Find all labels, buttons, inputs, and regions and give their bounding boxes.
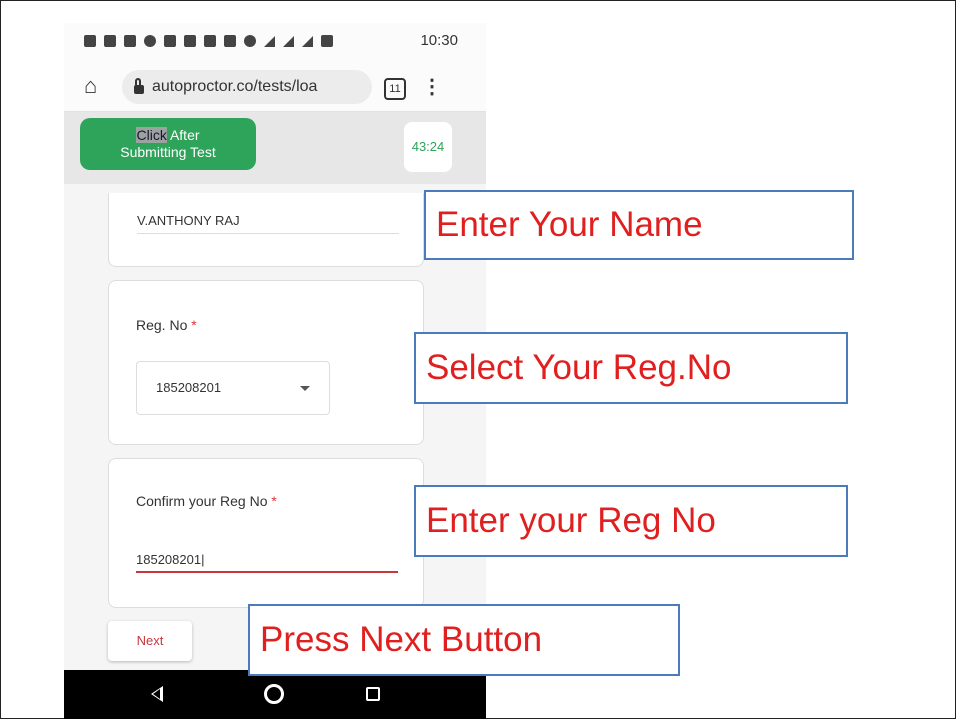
status-bar: 10:30 — [64, 23, 486, 63]
url-text: autoproctor.co/tests/loa — [152, 78, 318, 95]
next-button[interactable]: Next — [108, 621, 192, 661]
caret-down-icon — [300, 386, 310, 391]
home-icon[interactable]: ⌂ — [84, 75, 106, 97]
timer-display: 43:24 — [404, 122, 452, 172]
submit-highlight-text: Click — [136, 127, 167, 143]
reg-no-select[interactable]: 185208201 — [136, 361, 330, 415]
callout-enter-reg: Enter your Reg No — [414, 485, 848, 557]
reg-no-label-text: Reg. No — [136, 317, 188, 333]
reg-no-label: Reg. No * — [136, 317, 197, 333]
notification-icon — [204, 35, 216, 47]
name-field-value[interactable]: V.ANTHONY RAJ — [137, 213, 240, 228]
submit-line2-text: Submitting Test — [120, 144, 216, 160]
callout-press-next: Press Next Button — [248, 604, 680, 676]
status-time: 10:30 — [420, 32, 458, 49]
home-circle-icon[interactable] — [264, 684, 284, 704]
recents-icon[interactable] — [366, 687, 380, 701]
battery-icon — [321, 35, 333, 47]
back-icon[interactable] — [151, 686, 163, 702]
address-bar[interactable]: autoproctor.co/tests/loa — [122, 70, 372, 104]
notification-icon — [124, 35, 136, 47]
name-field-underline — [137, 233, 399, 234]
tabs-icon[interactable]: 11 — [384, 78, 406, 100]
notification-icon — [144, 35, 156, 47]
alarm-icon — [244, 35, 256, 47]
confirm-reg-input[interactable]: 185208201| — [136, 552, 204, 567]
android-nav-bar — [64, 670, 486, 719]
signal-icon — [302, 35, 313, 47]
notification-icons — [84, 35, 333, 47]
notification-icon — [184, 35, 196, 47]
confirm-reg-label-text: Confirm your Reg No — [136, 493, 268, 509]
browser-toolbar: ⌂ autoproctor.co/tests/loa 11 ⋮ — [64, 63, 486, 112]
lock-icon — [134, 78, 144, 94]
submit-test-button[interactable]: Click After Submitting Test — [80, 118, 256, 170]
submit-line1-text: After — [166, 127, 200, 143]
callout-enter-name: Enter Your Name — [424, 190, 854, 260]
test-header: Click After Submitting Test 43:24 — [64, 112, 486, 184]
confirm-reg-card: Confirm your Reg No * 185208201| — [108, 458, 424, 608]
confirm-reg-underline — [136, 571, 398, 573]
menu-icon[interactable]: ⋮ — [422, 75, 442, 99]
callout-select-reg: Select Your Reg.No — [414, 332, 848, 404]
notification-icon — [164, 35, 176, 47]
reg-no-selected-value: 185208201 — [156, 380, 222, 395]
signal-icon — [283, 35, 294, 47]
notification-icon — [84, 35, 96, 47]
reg-no-card: Reg. No * 185208201 — [108, 280, 424, 445]
wifi-icon — [264, 35, 275, 47]
confirm-reg-label: Confirm your Reg No * — [136, 493, 277, 509]
notification-icon — [104, 35, 116, 47]
required-mark: * — [191, 317, 197, 333]
required-mark: * — [271, 493, 277, 509]
notification-icon — [224, 35, 236, 47]
name-card: V.ANTHONY RAJ — [108, 193, 424, 267]
